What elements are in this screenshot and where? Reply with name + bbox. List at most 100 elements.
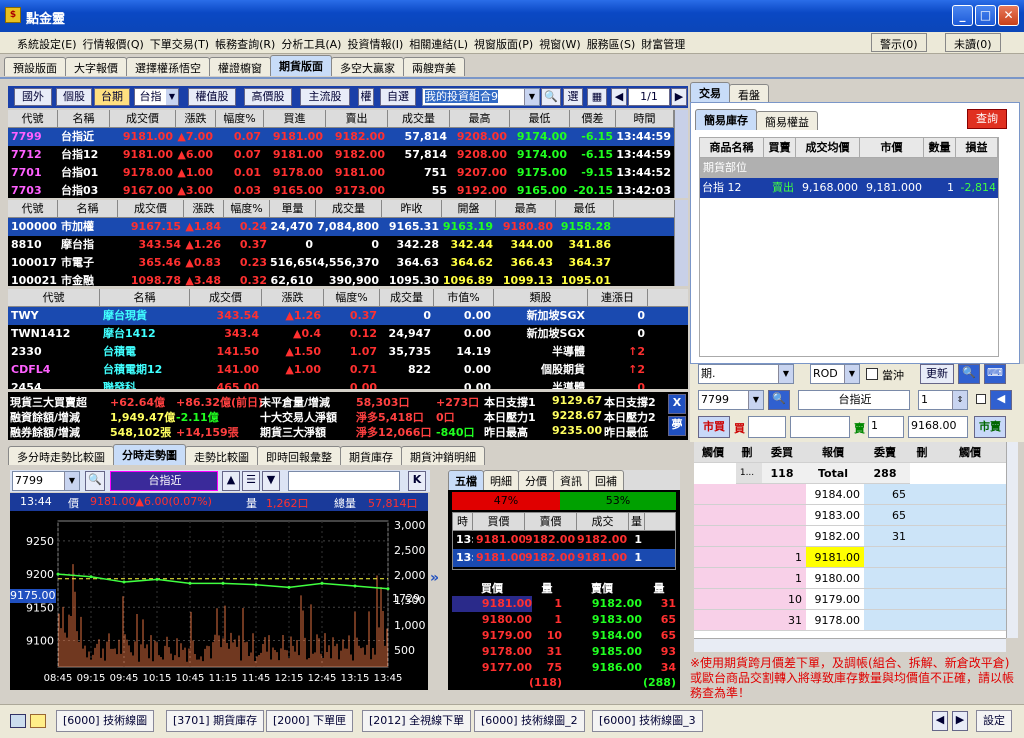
- tab-layout[interactable]: 兩艘齊美: [403, 57, 465, 76]
- update-button[interactable]: 更新: [920, 364, 954, 384]
- column-header[interactable]: 成交: [577, 513, 629, 530]
- column-header[interactable]: 時間: [616, 110, 674, 127]
- table-row[interactable]: 13:449181.009182.009182.001: [453, 531, 675, 549]
- tab-right[interactable]: 交易: [690, 82, 730, 103]
- column-header[interactable]: 代號: [8, 110, 58, 127]
- tab-chart[interactable]: 走勢比較圖: [185, 446, 258, 465]
- folder-icon[interactable]: [30, 714, 46, 728]
- menu-item[interactable]: 財富管理: [638, 33, 688, 55]
- toolbar-button-0[interactable]: 國外: [14, 88, 52, 106]
- sell-price-input[interactable]: 9168.00: [908, 416, 968, 438]
- ladder-header[interactable]: 刪: [736, 442, 762, 463]
- column-header[interactable]: 量: [629, 513, 645, 530]
- menu-item[interactable]: 服務區(S): [584, 33, 639, 55]
- toolbar-button-3[interactable]: 權值股: [188, 88, 236, 106]
- column-header[interactable]: 昨收: [382, 200, 442, 217]
- column-header[interactable]: 買進: [264, 110, 326, 127]
- toolbar-button-6[interactable]: 權: [358, 88, 374, 106]
- column-header[interactable]: 開盤: [442, 200, 496, 217]
- table-row[interactable]: 7701 台指01 9178.00 ▲1.00 0.01 9178.00 9181.00 75…: [8, 164, 688, 182]
- order-type-select[interactable]: 期. ▼: [698, 364, 794, 384]
- info-close-button[interactable]: X: [668, 394, 686, 414]
- ladder-empty-cell[interactable]: [694, 589, 736, 610]
- table-row[interactable]: 13:449181.009182.009181.001: [453, 549, 675, 567]
- column-header[interactable]: 成交量: [380, 289, 434, 306]
- table-row[interactable]: 7703 台指03 9167.00 ▲3.00 0.03 9165.00 9173.00 55…: [8, 182, 688, 198]
- scroll-left-icon[interactable]: ◀: [932, 711, 948, 731]
- column-header[interactable]: 數量: [924, 138, 956, 157]
- sell-qty-input[interactable]: 1: [868, 416, 904, 438]
- next-page-icon[interactable]: ▶: [671, 88, 687, 106]
- column-header[interactable]: 損益: [956, 138, 998, 157]
- alert-button[interactable]: 警示(0): [871, 33, 927, 52]
- query-button[interactable]: 查詢: [967, 109, 1007, 129]
- tab-layout[interactable]: 大字報價: [65, 57, 127, 76]
- ladder-empty-cell[interactable]: [910, 505, 938, 526]
- search-icon[interactable]: 🔍: [541, 88, 561, 106]
- column-header[interactable]: 成交量: [388, 110, 450, 127]
- column-header[interactable]: 幅度%: [324, 289, 380, 306]
- column-header[interactable]: 幅度%: [224, 200, 270, 217]
- column-header[interactable]: 單量: [270, 200, 316, 217]
- column-header[interactable]: 最高: [496, 200, 556, 217]
- ladder-header[interactable]: 委賣: [864, 442, 910, 463]
- option-checkbox[interactable]: [976, 394, 986, 404]
- tab-order[interactable]: 五檔: [448, 470, 484, 490]
- ladder-buy-qty[interactable]: 1: [762, 568, 806, 589]
- search-icon[interactable]: 🔍: [958, 364, 980, 384]
- column-header[interactable]: 代號: [8, 200, 58, 217]
- market-buy-button[interactable]: 市買: [698, 416, 730, 438]
- ladder-sell-qty[interactable]: [864, 568, 910, 589]
- ladder-header[interactable]: 刪: [910, 442, 938, 463]
- menu-item[interactable]: 下單交易(T): [147, 33, 212, 55]
- ladder-header[interactable]: 報價: [806, 442, 864, 463]
- daytrade-checkbox[interactable]: [866, 368, 878, 380]
- menu-item[interactable]: 視窗版面(P): [471, 33, 536, 55]
- k-line-button[interactable]: K: [408, 471, 426, 491]
- table-row[interactable]: 7712 台指12 9181.00 ▲6.00 0.07 9181.00 9182.00 57…: [8, 146, 688, 164]
- taskbar-window-5[interactable]: [6000] 技術線圖_3: [592, 710, 703, 732]
- ladder-header[interactable]: 委買: [762, 442, 806, 463]
- prev-page-icon[interactable]: ◀: [611, 88, 627, 106]
- ladder-sell-qty[interactable]: [864, 610, 910, 631]
- column-header[interactable]: 名稱: [58, 110, 110, 127]
- ladder-empty-cell[interactable]: [736, 610, 762, 631]
- column-header[interactable]: 最低: [556, 200, 614, 217]
- buy-qty-input[interactable]: [748, 416, 786, 438]
- portfolio-select[interactable]: 我的投資組合9 ▼: [422, 88, 540, 106]
- tab-right[interactable]: 看盤: [729, 84, 769, 103]
- ladder-sell-qty[interactable]: 65: [864, 505, 910, 526]
- grid-icon[interactable]: ▦: [587, 88, 607, 106]
- menu-item[interactable]: 視窗(W): [536, 33, 583, 55]
- tab-chart[interactable]: 即時回報彙整: [257, 446, 341, 465]
- column-header[interactable]: 名稱: [100, 289, 190, 306]
- column-header[interactable]: 市值%: [434, 289, 494, 306]
- table-row[interactable]: 100017 市電子 365.46 ▲0.83 0.23 516,650 4,556,370…: [8, 254, 688, 272]
- settings-button[interactable]: 設定: [976, 710, 1012, 732]
- column-header[interactable]: 買價: [473, 513, 525, 530]
- minimize-button[interactable]: _: [952, 5, 973, 26]
- ladder-empty-cell[interactable]: [910, 547, 938, 568]
- toolbar-button-7[interactable]: 自選: [380, 88, 416, 106]
- menu-item[interactable]: 帳務查詢(R): [212, 33, 278, 55]
- ladder-empty-cell[interactable]: [910, 568, 938, 589]
- column-header[interactable]: 漲跌: [184, 200, 224, 217]
- search-icon[interactable]: 🔍: [768, 390, 790, 410]
- tab-chart[interactable]: 期貨庫存: [340, 446, 402, 465]
- menu-item[interactable]: 行情報價(Q): [80, 33, 147, 55]
- tab-order[interactable]: 分價: [518, 470, 554, 490]
- column-header[interactable]: 成交價: [110, 110, 176, 127]
- column-header[interactable]: 成交均價: [796, 138, 860, 157]
- ladder-empty-cell[interactable]: [694, 526, 736, 547]
- tab-order[interactable]: 回補: [588, 470, 624, 490]
- ladder-buy-qty[interactable]: [762, 526, 806, 547]
- column-header[interactable]: 幅度%: [216, 110, 264, 127]
- ladder-empty-cell[interactable]: [736, 526, 762, 547]
- ladder-empty-cell[interactable]: [694, 505, 736, 526]
- tab-order[interactable]: 資訊: [553, 470, 589, 490]
- table-row[interactable]: TWN1412 摩台1412 343.4 ▲0.4 0.12 24,947 0.00 新加坡S…: [8, 325, 688, 343]
- column-header[interactable]: 類股: [494, 289, 588, 306]
- taskbar-window-2[interactable]: [2000] 下單匣: [266, 710, 354, 732]
- ladder-empty-cell[interactable]: [694, 484, 736, 505]
- ladder-empty-cell[interactable]: [938, 568, 1006, 589]
